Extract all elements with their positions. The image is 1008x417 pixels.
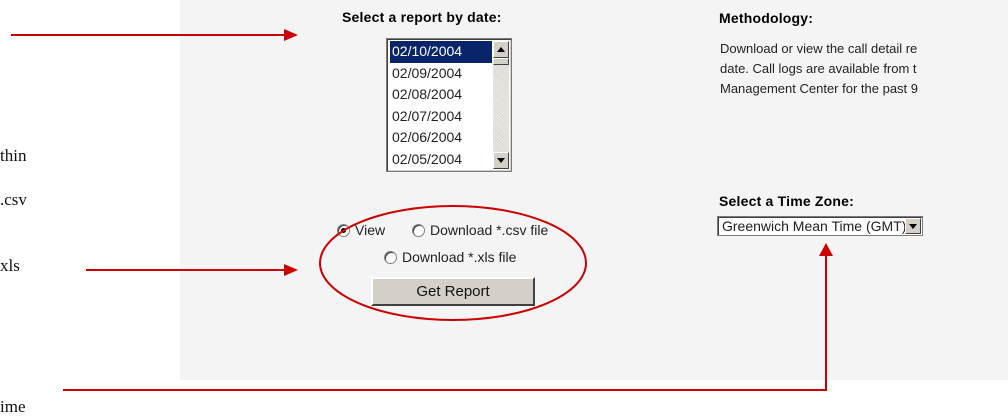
annotation-overlay <box>11 29 833 391</box>
highlight-ellipse <box>319 205 587 321</box>
arrow-up-head-icon <box>819 243 833 256</box>
arrow-to-time-zone-line <box>63 246 827 391</box>
